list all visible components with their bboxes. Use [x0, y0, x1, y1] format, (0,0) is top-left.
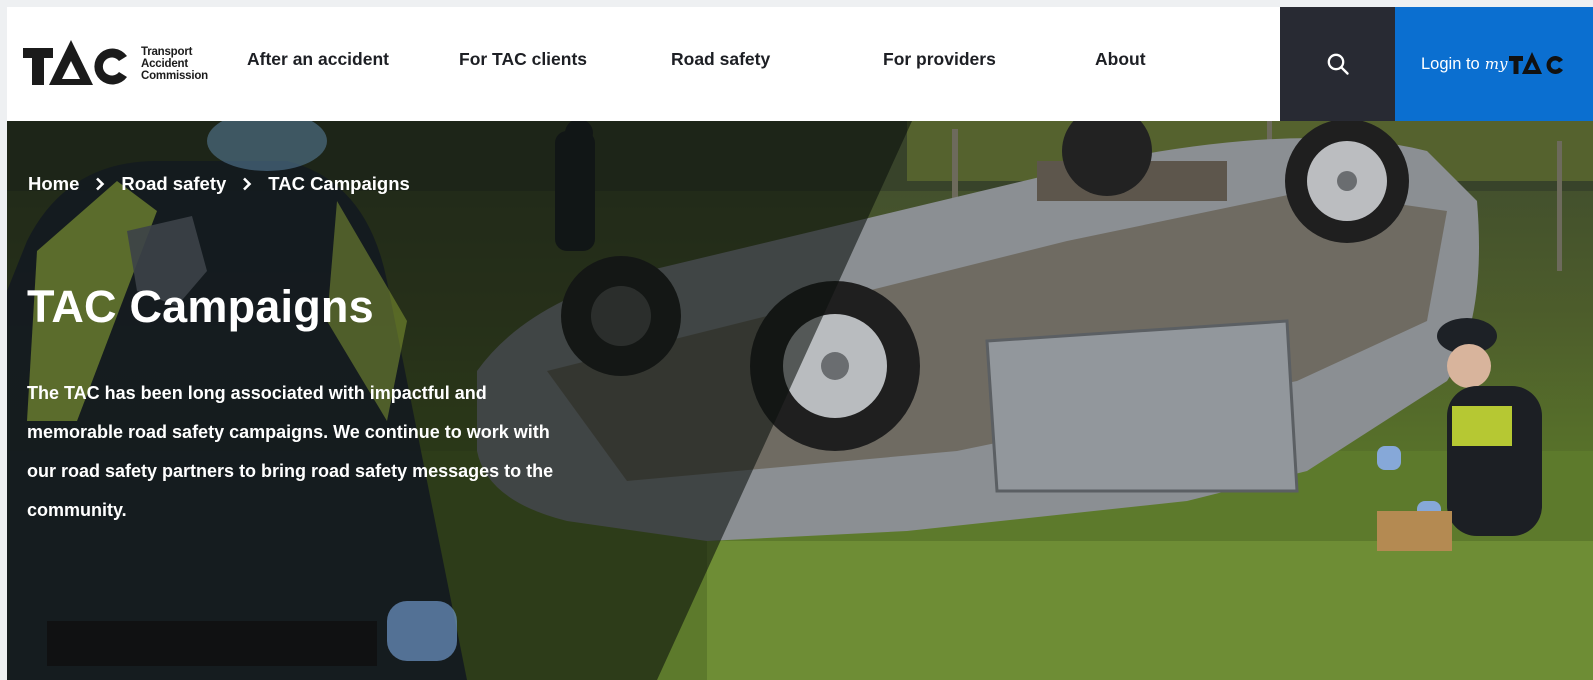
nav-for-tac-clients[interactable]: For TAC clients [459, 49, 587, 70]
breadcrumb-road-safety[interactable]: Road safety [121, 173, 226, 195]
login-brand-my: my [1484, 55, 1508, 73]
search-icon [1327, 53, 1349, 75]
nav-road-safety[interactable]: Road safety [671, 49, 770, 70]
logo-line: Transport [141, 46, 193, 58]
nav-after-an-accident[interactable]: After an accident [247, 49, 389, 70]
tac-login-logo-icon [1509, 52, 1564, 74]
logo-wordmark: Transport Accident Commission [141, 46, 208, 82]
chevron-right-icon [242, 177, 252, 191]
login-button[interactable]: Login to my [1395, 7, 1593, 121]
tac-logo-mark [23, 40, 127, 85]
nav-about[interactable]: About [1095, 49, 1146, 70]
breadcrumb-home[interactable]: Home [28, 173, 79, 195]
tac-logo[interactable]: Transport Accident Commission [23, 35, 223, 93]
breadcrumb-current: TAC Campaigns [268, 173, 410, 194]
search-button[interactable] [1280, 7, 1395, 121]
page: Transport Accident Commission After an a… [7, 7, 1593, 680]
hero-description: The TAC has been long associated with im… [27, 383, 554, 520]
site-header: Transport Accident Commission After an a… [7, 7, 1593, 121]
page-title: TAC Campaigns [27, 281, 374, 332]
hero-banner: Home Road safety TAC Campaigns TAC Campa… [7, 121, 1593, 680]
chevron-right-icon [95, 177, 105, 191]
login-label: Login to [1421, 54, 1480, 73]
logo-line: Accident [141, 58, 188, 70]
nav-for-providers[interactable]: For providers [883, 49, 996, 70]
logo-line: Commission [141, 70, 209, 82]
breadcrumb: Home Road safety TAC Campaigns [28, 173, 410, 195]
